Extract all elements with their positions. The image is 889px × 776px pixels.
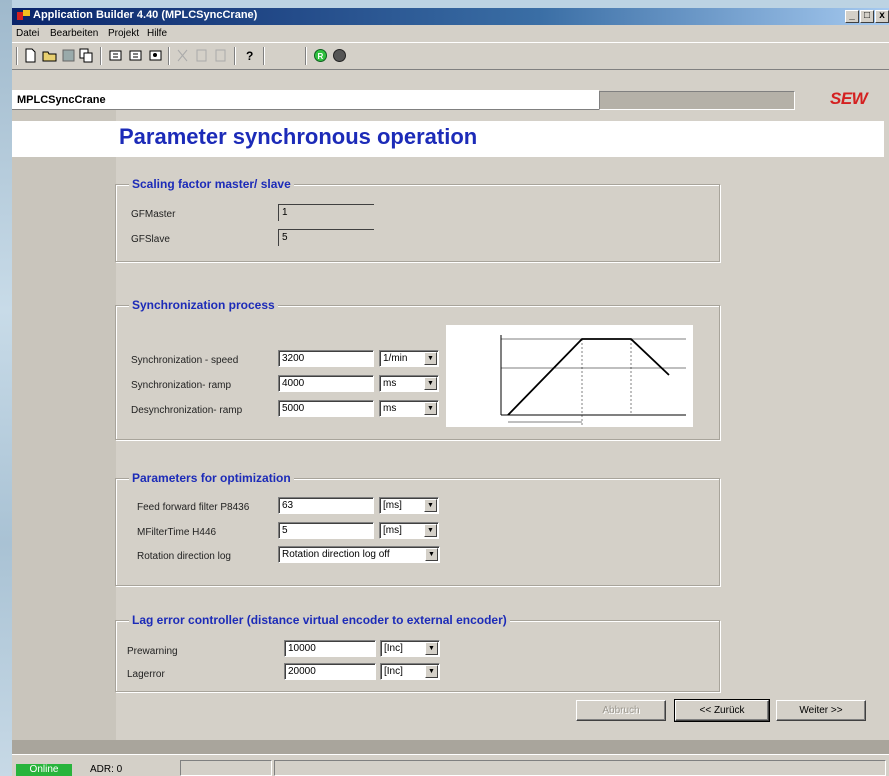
scaling-group (115, 184, 720, 262)
chevron-down-icon[interactable]: ▼ (425, 642, 438, 655)
clipboard-icon[interactable] (213, 48, 228, 63)
next-button[interactable]: Weiter >> (776, 700, 866, 721)
sync-speed-unit: 1/min (383, 353, 408, 364)
sync-ramp-label: Synchronization- ramp (131, 380, 232, 391)
cancel-button[interactable]: Abbruch (576, 700, 666, 721)
cut-icon[interactable] (175, 48, 190, 63)
ff-filter-label: Feed forward filter P8436 (137, 502, 250, 513)
lagerror-input[interactable]: 20000 (284, 663, 376, 680)
desync-ramp-unit-select[interactable]: ms ▼ (379, 400, 439, 417)
gfmaster-label: GFMaster (131, 209, 176, 220)
sync-legend: Synchronization process (129, 298, 278, 312)
mfilter-label: MFilterTime H446 (137, 527, 217, 538)
help-icon[interactable]: ? (242, 48, 257, 63)
toolbar-separator (305, 47, 307, 65)
online-status-icon[interactable]: R (313, 48, 328, 63)
desync-ramp-unit: ms (383, 403, 397, 414)
save-icon[interactable] (61, 48, 76, 63)
app-icon (17, 10, 30, 20)
status-cell (180, 760, 272, 776)
svg-text:?: ? (246, 49, 253, 63)
online-status-badge: Online (16, 764, 72, 776)
desync-ramp-label: Desynchronization- ramp (131, 405, 243, 416)
chevron-down-icon[interactable]: ▼ (424, 377, 437, 390)
menu-bar (12, 25, 889, 41)
maximize-button[interactable]: □ (860, 10, 874, 23)
page-title: Parameter synchronous operation (119, 124, 478, 149)
mfilter-unit-select[interactable]: [ms] ▼ (379, 522, 439, 539)
prewarning-unit: [Inc] (384, 643, 403, 654)
svg-text:R: R (318, 52, 324, 61)
compare-icon[interactable] (148, 48, 163, 63)
ff-filter-unit: [ms] (383, 500, 402, 511)
toolbar-separator (100, 47, 102, 65)
chevron-down-icon[interactable]: ▼ (425, 548, 438, 561)
rotation-log-label: Rotation direction log (137, 551, 231, 562)
new-file-icon[interactable] (23, 48, 38, 63)
rotation-log-value: Rotation direction log off (282, 549, 390, 560)
header-progress-field (599, 91, 795, 110)
menu-projekt[interactable]: Projekt (108, 28, 139, 39)
rotation-log-select[interactable]: Rotation direction log off ▼ (278, 546, 440, 563)
sync-speed-label: Synchronization - speed (131, 355, 239, 366)
lag-error-legend: Lag error controller (distance virtual e… (129, 613, 510, 627)
upload-icon[interactable] (128, 48, 143, 63)
toolbar-separator (168, 47, 170, 65)
paste-icon[interactable] (194, 48, 209, 63)
menu-hilfe[interactable]: Hilfe (147, 28, 167, 39)
chevron-down-icon[interactable]: ▼ (424, 352, 437, 365)
prewarning-unit-select[interactable]: [Inc] ▼ (380, 640, 440, 657)
desktop-background (0, 0, 12, 776)
menu-datei[interactable]: Datei (16, 28, 39, 39)
bottom-divider (12, 740, 889, 754)
mfilter-unit: [ms] (383, 525, 402, 536)
ff-filter-unit-select[interactable]: [ms] ▼ (379, 497, 439, 514)
copy-project-icon[interactable] (79, 48, 94, 63)
download-icon[interactable] (108, 48, 123, 63)
back-button[interactable]: << Zurück (674, 699, 770, 722)
toolbar-separator (16, 47, 18, 65)
project-name: MPLCSyncCrane (17, 94, 106, 106)
left-pane (12, 110, 116, 740)
scaling-legend: Scaling factor master/ slave (129, 177, 294, 191)
sync-speed-unit-select[interactable]: 1/min ▼ (379, 350, 439, 367)
prewarning-input[interactable]: 10000 (284, 640, 376, 657)
toolbar-separator (234, 47, 236, 65)
status-cell (274, 760, 886, 776)
address-status: ADR: 0 (90, 764, 123, 775)
desync-ramp-input[interactable]: 5000 (278, 400, 374, 417)
sync-process-diagram (446, 325, 693, 427)
sync-ramp-unit: ms (383, 378, 397, 389)
toolbar-separator (263, 47, 265, 65)
window-title: Application Builder 4.40 (MPLCSyncCrane) (33, 9, 258, 21)
mfilter-input[interactable]: 5 (278, 522, 374, 539)
sync-ramp-unit-select[interactable]: ms ▼ (379, 375, 439, 392)
optimization-legend: Parameters for optimization (129, 471, 294, 485)
chevron-down-icon[interactable]: ▼ (424, 499, 437, 512)
gfslave-label: GFSlave (131, 234, 170, 245)
stop-icon[interactable] (332, 48, 347, 63)
lagerror-label: Lagerror (127, 669, 165, 680)
sync-ramp-input[interactable]: 4000 (278, 375, 374, 392)
close-button[interactable]: x (875, 10, 889, 23)
sync-speed-input[interactable]: 3200 (278, 350, 374, 367)
gfslave-field[interactable]: 5 (278, 229, 374, 246)
open-folder-icon[interactable] (42, 48, 57, 63)
gfmaster-field[interactable]: 1 (278, 204, 374, 221)
sew-logo: SEW (830, 89, 868, 108)
chevron-down-icon[interactable]: ▼ (424, 402, 437, 415)
lagerror-unit: [Inc] (384, 666, 403, 677)
ff-filter-input[interactable]: 63 (278, 497, 374, 514)
chevron-down-icon[interactable]: ▼ (425, 665, 438, 678)
prewarning-label: Prewarning (127, 646, 178, 657)
lagerror-unit-select[interactable]: [Inc] ▼ (380, 663, 440, 680)
minimize-button[interactable]: _ (845, 10, 859, 23)
chevron-down-icon[interactable]: ▼ (424, 524, 437, 537)
toolbar (12, 42, 889, 70)
menu-bearbeiten[interactable]: Bearbeiten (50, 28, 98, 39)
